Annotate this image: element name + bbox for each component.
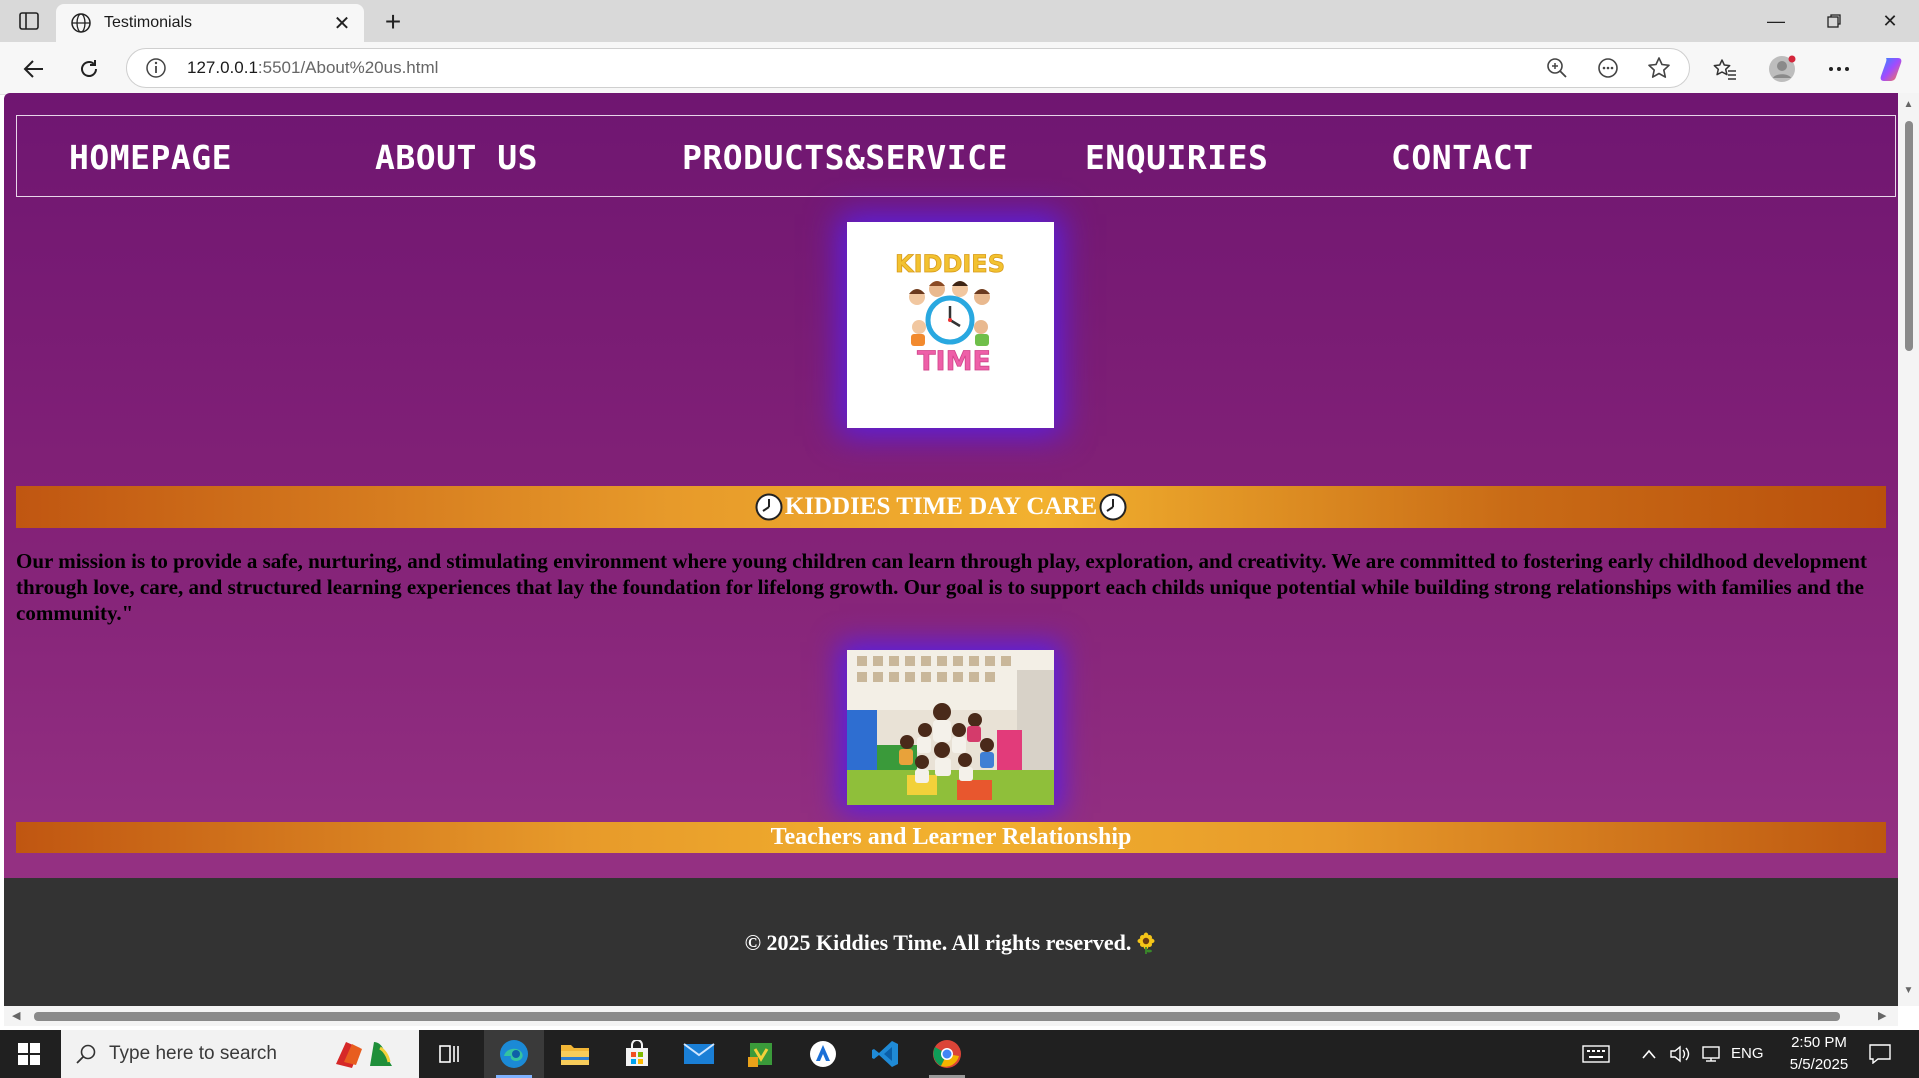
- horizontal-scrollbar[interactable]: ◀ ▶: [4, 1006, 1898, 1026]
- url-input[interactable]: 127.0.0.1:5501/About%20us.html: [126, 48, 1690, 88]
- profile-icon[interactable]: [1768, 55, 1796, 83]
- nav-enquiries[interactable]: ENQUIRIES: [1085, 138, 1268, 177]
- windows-icon[interactable]: [0, 1030, 58, 1078]
- clock-date[interactable]: 5/5/2025: [1780, 1056, 1858, 1073]
- svg-text:KIDDIES: KIDDIES: [895, 250, 1005, 278]
- mail-icon[interactable]: [669, 1030, 729, 1078]
- chevron-up-icon[interactable]: [1634, 1030, 1664, 1078]
- app-installer-icon[interactable]: [793, 1030, 853, 1078]
- mission-statement: Our mission is to provide a safe, nurtur…: [16, 549, 1867, 625]
- chrome-icon[interactable]: [917, 1030, 977, 1078]
- nav-contact[interactable]: CONTACT: [1391, 138, 1534, 177]
- search-placeholder: Type here to search: [109, 1043, 277, 1064]
- reload-icon[interactable]: [72, 52, 106, 86]
- info-icon[interactable]: [145, 57, 167, 79]
- language-indicator[interactable]: ENG: [1731, 1045, 1764, 1062]
- horizontal-scroll-thumb[interactable]: [34, 1012, 1840, 1021]
- search-icon: [76, 1044, 96, 1064]
- favorites-icon[interactable]: [1711, 55, 1739, 83]
- logo: KIDDIES TIME: [847, 222, 1054, 428]
- nav-about-us[interactable]: ABOUT US: [375, 138, 538, 177]
- minimize-icon[interactable]: —: [1748, 0, 1804, 42]
- restore-icon[interactable]: [1806, 0, 1862, 42]
- url-text: 127.0.0.1:5501/About%20us.html: [187, 58, 439, 77]
- notification-icon[interactable]: [1860, 1030, 1900, 1078]
- back-icon[interactable]: [17, 52, 51, 86]
- browser-tab-bar: Testimonials ✕ + — ✕: [0, 0, 1919, 42]
- photo-caption-banner: Teachers and Learner Relationship: [16, 822, 1886, 853]
- star-icon[interactable]: [1647, 56, 1671, 80]
- scroll-right-icon[interactable]: ▶: [1878, 1009, 1886, 1022]
- volume-icon[interactable]: [1666, 1030, 1694, 1078]
- clock-icon: [1099, 493, 1127, 521]
- plus-icon[interactable]: +: [378, 7, 408, 37]
- classroom-photo: [847, 650, 1054, 805]
- sidebar-toggle-icon[interactable]: [14, 9, 44, 33]
- scroll-down-icon[interactable]: ▼: [1902, 985, 1915, 997]
- copyright-text: © 2025 Kiddies Time. All rights reserved…: [745, 930, 1158, 956]
- vscode-icon[interactable]: [855, 1030, 915, 1078]
- task-view-icon[interactable]: [420, 1030, 480, 1078]
- tab-title: Testimonials: [104, 14, 193, 31]
- zoom-icon[interactable]: [1545, 56, 1569, 80]
- edge-icon[interactable]: [484, 1030, 544, 1078]
- visio-icon[interactable]: [731, 1030, 791, 1078]
- store-icon[interactable]: [607, 1030, 667, 1078]
- window-close-icon[interactable]: ✕: [1862, 0, 1918, 42]
- network-icon[interactable]: [1696, 1030, 1726, 1078]
- search-highlight-icon[interactable]: [322, 1030, 418, 1078]
- page-title-text: KIDDIES TIME DAY CARE: [784, 493, 1098, 520]
- windows-taskbar: Type here to search ENG 2:50 PM 5/5/2025: [0, 1030, 1919, 1078]
- close-icon[interactable]: ✕: [328, 9, 356, 37]
- nav-products-service[interactable]: PRODUCTS&SERVICE: [682, 138, 1008, 177]
- reader-icon[interactable]: [1596, 56, 1620, 80]
- clock-time[interactable]: 2:50 PM: [1784, 1034, 1854, 1051]
- keyboard-icon[interactable]: [1568, 1030, 1624, 1078]
- vertical-scrollbar[interactable]: ▲ ▼: [1898, 93, 1919, 1006]
- title-banner: KIDDIES TIME DAY CARE: [16, 486, 1886, 528]
- svg-text:TIME: TIME: [917, 346, 991, 377]
- address-toolbar: 127.0.0.1:5501/About%20us.html: [0, 42, 1919, 95]
- page-title: KIDDIES TIME DAY CARE: [755, 493, 1127, 521]
- globe-icon: [71, 13, 91, 33]
- more-icon[interactable]: [1825, 55, 1853, 83]
- vertical-scroll-thumb[interactable]: [1905, 121, 1913, 351]
- page-footer: © 2025 Kiddies Time. All rights reserved…: [4, 878, 1898, 1006]
- nav-homepage[interactable]: HOMEPAGE: [69, 138, 232, 177]
- scroll-up-icon[interactable]: ▲: [1902, 99, 1915, 111]
- scroll-left-icon[interactable]: ◀: [12, 1009, 20, 1022]
- main-nav: HOMEPAGE ABOUT US PRODUCTS&SERVICE ENQUI…: [16, 115, 1896, 197]
- sunflower-icon: [1137, 932, 1155, 954]
- browser-tab[interactable]: Testimonials ✕: [56, 4, 364, 42]
- clock-icon: [755, 493, 783, 521]
- file-explorer-icon[interactable]: [545, 1030, 605, 1078]
- page-viewport: HOMEPAGE ABOUT US PRODUCTS&SERVICE ENQUI…: [4, 93, 1898, 1006]
- photo-caption: Teachers and Learner Relationship: [770, 824, 1132, 850]
- copilot-icon[interactable]: [1878, 55, 1906, 83]
